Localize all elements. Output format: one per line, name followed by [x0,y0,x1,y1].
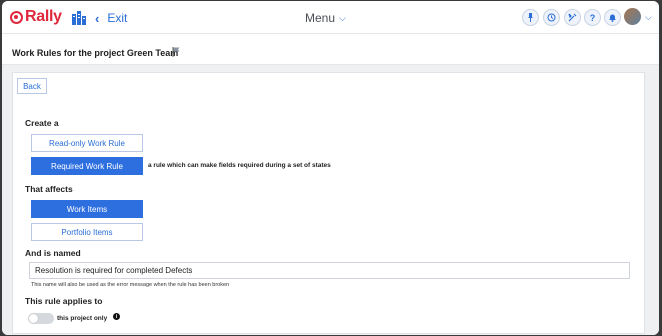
avatar[interactable] [624,8,641,25]
readonly-rule-button[interactable]: Read-only Work Rule [31,134,143,152]
required-rule-description: a rule which can make fields required du… [148,162,331,169]
bell-icon[interactable] [604,9,621,26]
top-bar: Rally ‹ Exit Menu ⌵ ? ⌵ [2,1,659,34]
affects-label: That affects [25,184,73,194]
back-button[interactable]: Back [17,78,47,94]
portfolio-items-button[interactable]: Portfolio Items [31,223,143,241]
work-items-button[interactable]: Work Items [31,200,143,218]
help-icon[interactable]: ? [584,9,601,26]
rule-name-hint: This name will also be used as the error… [31,282,230,288]
required-rule-button[interactable]: Required Work Rule [31,157,143,175]
logo-text: Rally [25,8,62,25]
app-switcher-icon[interactable] [72,11,86,25]
page-title: Work Rules for the project Green Team [12,48,179,58]
history-icon[interactable] [543,9,560,26]
chevron-down-icon[interactable]: ⌵ [645,12,652,23]
logo-mark-icon [10,10,23,24]
menu-dropdown[interactable]: Menu ⌵ [305,11,346,25]
tools-icon[interactable] [564,9,581,26]
page-header: Work Rules for the project Green Team [2,35,659,65]
toggle-knob [29,314,38,323]
info-icon[interactable]: i [113,313,120,320]
chevron-down-icon: ⌵ [339,12,346,23]
named-label: And is named [25,248,81,258]
pin-icon[interactable] [522,9,539,26]
flag-icon[interactable] [172,47,182,57]
chevron-left-icon: ‹ [95,10,100,26]
exit-label: Exit [107,11,128,25]
menu-label: Menu [305,11,336,25]
project-only-label: this project only [57,315,108,322]
rally-logo[interactable]: Rally [10,8,62,25]
applies-label: This rule applies to [25,296,103,306]
project-only-toggle[interactable] [28,313,54,324]
create-label: Create a [25,118,59,128]
rule-name-input[interactable]: Resolution is required for completed Def… [29,262,630,279]
exit-button[interactable]: ‹ Exit [95,10,127,26]
